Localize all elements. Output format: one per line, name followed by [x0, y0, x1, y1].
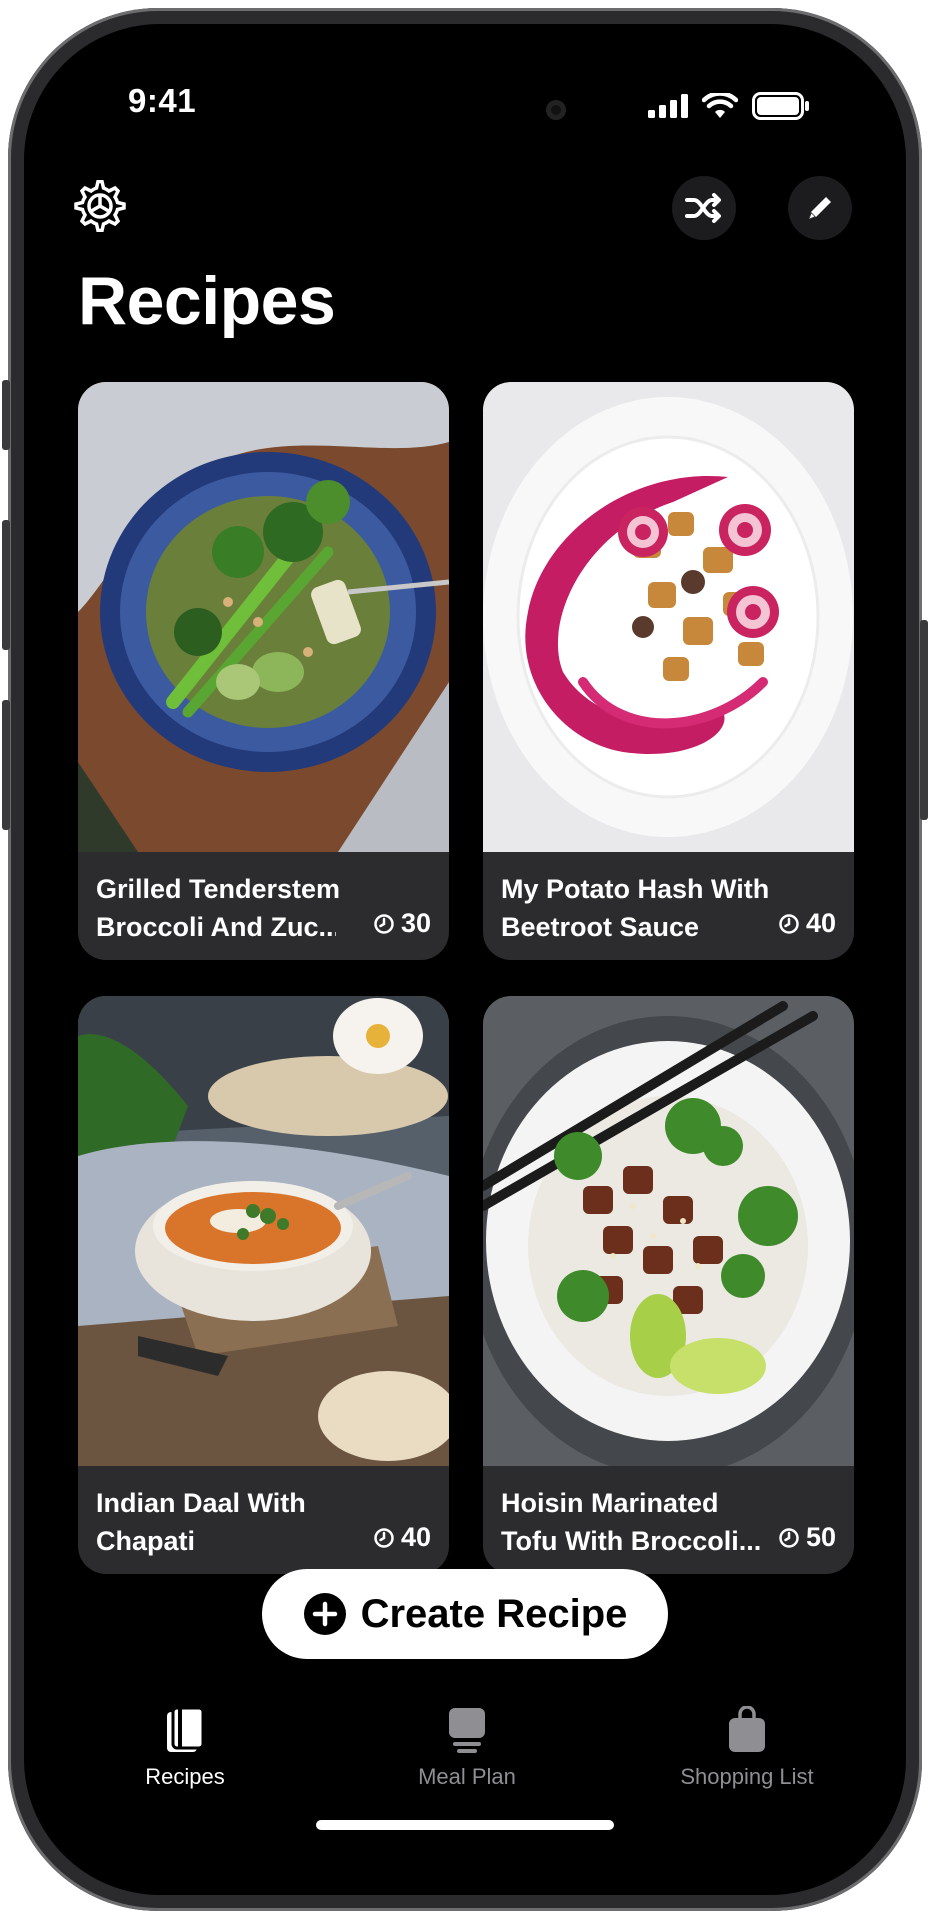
wifi-icon: [702, 93, 738, 118]
recipe-title-line-1: Hoisin Marinated: [501, 1488, 719, 1518]
recipe-title-line-2: Beetroot Sauce: [501, 912, 700, 942]
battery-icon: [752, 92, 809, 120]
recipe-time: 40: [373, 1522, 431, 1553]
cellular-signal-icon: [648, 94, 688, 118]
recipe-time: 50: [778, 1522, 836, 1553]
recipe-title-line-2: Tofu With Broccoli...: [501, 1526, 762, 1556]
recipe-title-line-2: Broccoli And Zuc...: [96, 912, 336, 942]
recipe-minutes: 40: [805, 908, 836, 938]
recipe-title-line-1: Indian Daal With: [96, 1488, 306, 1518]
pencil-icon: [809, 197, 831, 219]
tab-label: Shopping List: [680, 1764, 814, 1789]
home-indicator[interactable]: [316, 1820, 614, 1830]
power-button: [920, 620, 928, 820]
shuffle-button[interactable]: [672, 176, 736, 240]
tab-label: Recipes: [145, 1764, 225, 1789]
recipe-time: 30: [373, 908, 431, 939]
meal-plan-icon: [449, 1708, 485, 1753]
recipe-card[interactable]: My Potato Hash With Beetroot Sauce 40: [483, 382, 854, 960]
recipe-title-line-1: Grilled Tenderstem: [96, 874, 341, 904]
recipe-card[interactable]: Indian Daal With Chapati 40: [78, 996, 449, 1574]
recipe-photo: [78, 382, 449, 852]
page-title: Recipes: [78, 263, 336, 339]
shuffle-icon: [685, 193, 721, 223]
clock-icon: [374, 913, 394, 934]
shopping-bag-icon: [729, 1706, 765, 1752]
gear-icon: [74, 179, 126, 233]
front-camera: [546, 100, 566, 120]
action-button: [2, 380, 10, 450]
clock-icon: [779, 913, 799, 934]
recipe-minutes: 40: [400, 1522, 431, 1552]
clock-icon: [374, 1527, 394, 1548]
create-recipe-button[interactable]: Create Recipe: [262, 1569, 668, 1659]
tab-bar: Recipes Meal Plan Shopping List: [24, 1706, 906, 1806]
recipe-photo: [483, 382, 854, 852]
book-icon: [167, 1706, 205, 1752]
status-time: 9:41: [128, 82, 197, 119]
tab-meal-plan[interactable]: Meal Plan: [367, 1706, 567, 1790]
plus-circle-icon: [303, 1593, 346, 1635]
recipe-photo: [78, 996, 449, 1466]
tab-shopping-list[interactable]: Shopping List: [647, 1706, 847, 1790]
recipe-card[interactable]: Grilled Tenderstem Broccoli And Zuc... 3…: [78, 382, 449, 960]
edit-button[interactable]: [788, 176, 852, 240]
screen: 9:41 Recipes Grilled Tenderstem Broccoli…: [24, 24, 906, 1895]
volume-down-button: [2, 700, 10, 830]
recipe-title-line-2: Chapati: [96, 1526, 196, 1556]
recipe-title-line-1: My Potato Hash With: [501, 874, 770, 904]
status-icons: [648, 92, 810, 120]
clock-icon: [779, 1527, 799, 1548]
recipe-minutes: 50: [805, 1522, 836, 1552]
volume-up-button: [2, 520, 10, 650]
recipe-card[interactable]: Hoisin Marinated Tofu With Broccoli... 5…: [483, 996, 854, 1574]
recipe-photo: [483, 996, 854, 1466]
settings-button[interactable]: [74, 179, 130, 236]
tab-label: Meal Plan: [418, 1764, 516, 1789]
recipe-time: 40: [778, 908, 836, 939]
create-recipe-label: Create Recipe: [360, 1591, 628, 1636]
recipe-minutes: 30: [400, 908, 431, 938]
tab-recipes[interactable]: Recipes: [85, 1706, 285, 1790]
